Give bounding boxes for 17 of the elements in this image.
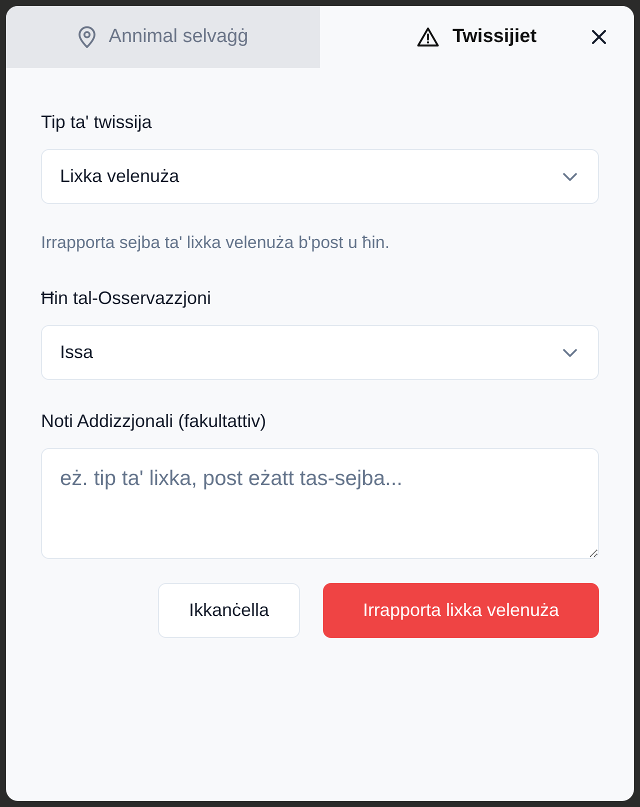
submit-button[interactable]: Irrapporta lixka velenuża: [323, 583, 599, 638]
tab[interactable]: Annimal selvaġġ: [6, 6, 320, 68]
help-text: Irrapporta sejba ta' lixka velenuża b'post u ħin.: [41, 232, 390, 254]
select-value: Issa: [60, 342, 94, 363]
select-field[interactable]: Issa: [41, 325, 599, 380]
chevron-down-icon: [563, 172, 577, 180]
field-label: Ħin tal-Osservazzjoni: [41, 287, 212, 310]
map-pin-icon: [78, 26, 96, 48]
cancel-button[interactable]: Ikkanċella: [158, 583, 300, 638]
close-icon: [592, 30, 606, 44]
warning-icon: [417, 27, 440, 47]
select-field[interactable]: Lixka velenuża: [41, 149, 599, 204]
notes-field[interactable]: eż. tip ta' lixka, post eżatt tas-sejba...: [41, 448, 599, 559]
chevron-down-icon: [563, 348, 577, 356]
select-value: Lixka velenuża: [60, 166, 180, 187]
field-label: Tip ta' twissija: [41, 111, 152, 134]
field-label: Noti Addizzjonali (fakultattiv): [41, 410, 266, 433]
